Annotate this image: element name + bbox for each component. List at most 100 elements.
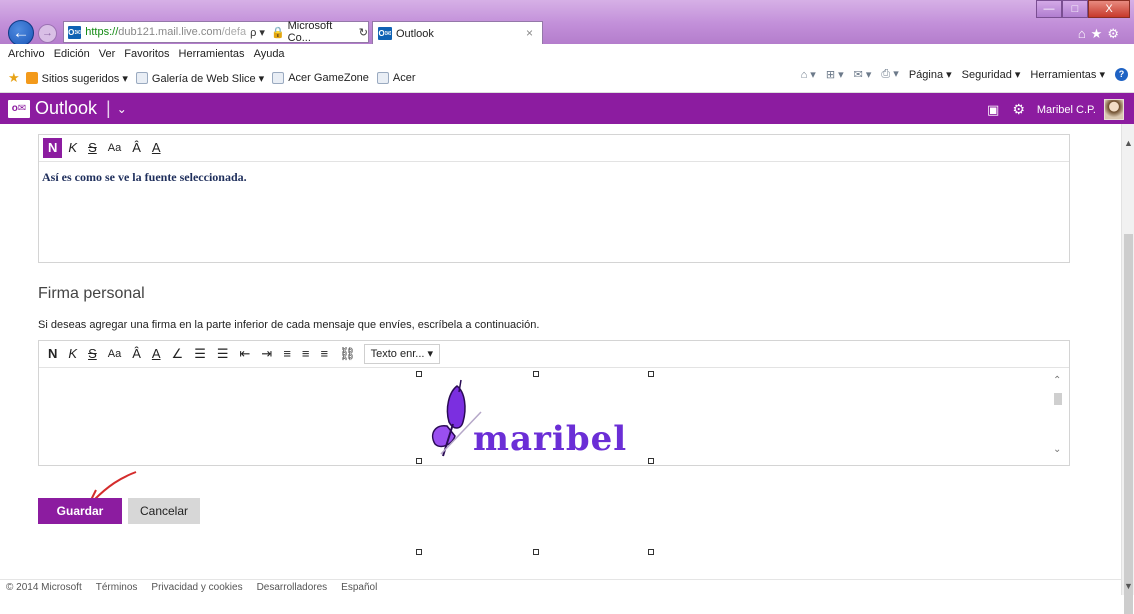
- signature-toolbar: N K S Aa Â A ∠ ☰ ☰ ⇤ ⇥ ≡ ≡ ≡ ⛓ Texto en…: [39, 341, 1069, 368]
- italic-button[interactable]: K: [63, 344, 82, 364]
- menu-ver[interactable]: Ver: [99, 48, 116, 60]
- signature-heading: Firma personal: [38, 285, 145, 302]
- resize-handle[interactable]: [648, 371, 654, 377]
- link-icon[interactable]: ⛓: [334, 344, 361, 364]
- minimize-button[interactable]: —: [1036, 0, 1062, 18]
- home-favorites-tools-icons[interactable]: ⌂★⚙: [1078, 26, 1124, 42]
- url-host: dub121.mail.live.com: [118, 26, 222, 38]
- resize-handle[interactable]: [648, 549, 654, 555]
- bulleted-list-icon[interactable]: ☰: [212, 344, 234, 364]
- favorites-star-icon[interactable]: ★: [8, 70, 20, 86]
- outlook-tab-icon: O✉: [378, 27, 392, 40]
- resize-handle[interactable]: [533, 549, 539, 555]
- developers-link[interactable]: Desarrolladores: [257, 582, 328, 593]
- language-link[interactable]: Español: [341, 582, 377, 593]
- scroll-down-icon[interactable]: ▼: [1124, 581, 1133, 591]
- help-icon[interactable]: ?: [1115, 67, 1128, 81]
- app-switcher-chevron-icon[interactable]: ⌄: [117, 102, 127, 116]
- header-right: ▣ ⚙ Maribel C.P.: [987, 99, 1124, 120]
- signature-image[interactable]: maribel: [423, 378, 626, 468]
- feeds-dropdown-icon[interactable]: ⊞ ▾: [826, 68, 844, 81]
- forward-button[interactable]: →: [38, 24, 57, 43]
- font-color-button[interactable]: A: [147, 344, 166, 364]
- numbered-list-icon[interactable]: ☰: [189, 344, 211, 364]
- underline-button[interactable]: S: [83, 138, 102, 158]
- editor-scrollbar[interactable]: ⌃ ⌄: [1051, 375, 1065, 455]
- tools-menu[interactable]: Herramientas ▾: [1030, 68, 1105, 81]
- align-right-icon[interactable]: ≡: [316, 344, 334, 364]
- scroll-up-icon[interactable]: ▲: [1124, 138, 1133, 148]
- grow-font-button[interactable]: Â: [127, 138, 146, 158]
- avatar[interactable]: [1104, 99, 1124, 120]
- highlight-icon[interactable]: ∠: [167, 344, 189, 364]
- font-size-button[interactable]: Aa: [103, 138, 126, 158]
- font-toolbar: N K S Aa Â A: [39, 135, 1069, 162]
- chevron-down-icon[interactable]: ⌄: [1053, 444, 1061, 455]
- address-bar[interactable]: O✉ https:// dub121.mail.live.com /defa ρ…: [63, 20, 369, 44]
- bold-button[interactable]: N: [43, 344, 62, 364]
- page-footer: © 2014 Microsoft Términos Privacidad y c…: [0, 579, 1121, 595]
- menu-archivo[interactable]: Archivo: [8, 48, 45, 60]
- security-menu[interactable]: Seguridad ▾: [962, 68, 1021, 81]
- fav-web-slice[interactable]: Galería de Web Slice ▾: [135, 72, 264, 85]
- resize-handle[interactable]: [416, 458, 422, 464]
- bold-button[interactable]: N: [43, 138, 63, 158]
- page-scrollbar[interactable]: ▲ ▼: [1121, 124, 1134, 614]
- menu-herramientas[interactable]: Herramientas: [179, 48, 245, 60]
- search-dropdown-icon[interactable]: ρ ▾: [250, 26, 265, 39]
- resize-handle[interactable]: [648, 458, 654, 464]
- save-button[interactable]: Guardar: [38, 498, 122, 524]
- resize-handle[interactable]: [533, 371, 539, 377]
- italic-button[interactable]: K: [63, 138, 82, 158]
- maximize-button[interactable]: □: [1062, 0, 1088, 18]
- copyright-text: © 2014 Microsoft: [6, 582, 82, 593]
- sites-icon: [25, 72, 38, 84]
- align-center-icon[interactable]: ≡: [297, 344, 315, 364]
- indent-icon[interactable]: ⇥: [256, 344, 277, 364]
- chevron-up-icon[interactable]: ⌃: [1053, 375, 1061, 386]
- signature-description: Si deseas agregar una firma en la parte …: [38, 319, 540, 331]
- editor-scroll-thumb[interactable]: [1054, 393, 1062, 405]
- refresh-icon[interactable]: ↻: [359, 26, 368, 39]
- text-mode-dropdown[interactable]: Texto enr... ▾: [363, 344, 441, 364]
- mail-dropdown-icon[interactable]: ✉ ▾: [854, 68, 872, 81]
- user-name[interactable]: Maribel C.P.: [1037, 104, 1096, 116]
- tab-close-icon[interactable]: ×: [526, 26, 533, 40]
- app-name[interactable]: Outlook: [35, 98, 97, 119]
- fav-acer[interactable]: Acer: [376, 72, 416, 84]
- signature-text: maribel: [473, 419, 628, 459]
- outlook-favicon-icon: O✉: [68, 25, 82, 39]
- terms-link[interactable]: Términos: [96, 582, 138, 593]
- fav-sitios-sugeridos[interactable]: Sitios sugeridos ▾: [25, 72, 128, 85]
- outlook-logo-icon[interactable]: o✉: [8, 99, 30, 118]
- menu-edicion[interactable]: Edición: [54, 48, 90, 60]
- gear-icon[interactable]: ⚙: [1012, 101, 1025, 118]
- outdent-icon[interactable]: ⇤: [235, 344, 256, 364]
- tab-outlook[interactable]: O✉ Outlook ×: [372, 21, 543, 45]
- align-left-icon[interactable]: ≡: [278, 344, 296, 364]
- print-dropdown-icon[interactable]: ⎙ ▾: [881, 67, 898, 81]
- privacy-link[interactable]: Privacidad y cookies: [151, 582, 242, 593]
- resize-handle[interactable]: [416, 549, 422, 555]
- chat-icon[interactable]: ▣: [987, 102, 999, 118]
- cancel-button[interactable]: Cancelar: [128, 498, 200, 524]
- font-preview-text: Así es como se ve la fuente seleccionada…: [42, 170, 247, 184]
- close-window-button[interactable]: X: [1088, 0, 1130, 18]
- menu-ayuda[interactable]: Ayuda: [254, 48, 285, 60]
- resize-handle[interactable]: [416, 371, 422, 377]
- font-size-button[interactable]: Aa: [103, 344, 126, 364]
- page-icon: [272, 72, 285, 84]
- back-button[interactable]: ←: [8, 20, 34, 46]
- url-path: /defa: [221, 26, 247, 38]
- outlook-header: o✉ Outlook | ⌄ ▣ ⚙ Maribel C.P.: [0, 93, 1134, 124]
- underline-button[interactable]: S: [83, 344, 102, 364]
- site-identity: Microsoft Co...: [287, 20, 333, 44]
- grow-font-button[interactable]: Â: [127, 344, 146, 364]
- menu-favoritos[interactable]: Favoritos: [124, 48, 169, 60]
- lock-icon: 🔒: [270, 26, 285, 39]
- page-scroll-thumb[interactable]: [1124, 234, 1133, 614]
- font-color-button[interactable]: A: [147, 138, 166, 158]
- home-dropdown-icon[interactable]: ⌂ ▾: [801, 68, 816, 81]
- fav-acer-gamezone[interactable]: Acer GameZone: [272, 72, 369, 84]
- page-menu[interactable]: Página ▾: [909, 68, 952, 81]
